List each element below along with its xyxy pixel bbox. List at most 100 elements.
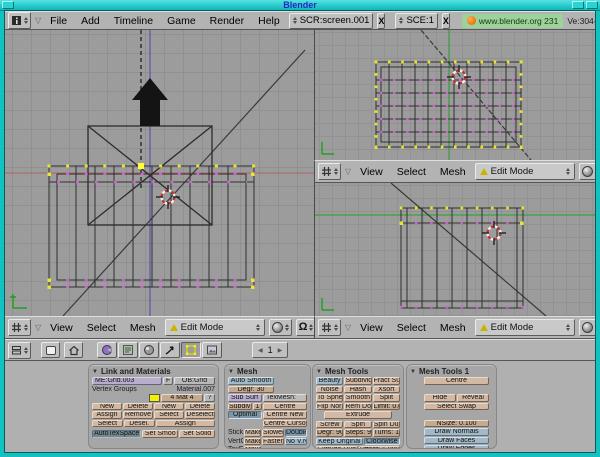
viewport-side[interactable] (314, 183, 595, 316)
menu-mesh[interactable]: Mesh (125, 322, 161, 334)
menu-timeline[interactable]: Timeline (109, 15, 158, 27)
cursor-3d[interactable] (482, 221, 506, 245)
stepper-icon[interactable] (24, 347, 28, 354)
draw-type-dropdown[interactable] (579, 163, 595, 180)
material-assign-button[interactable]: Assign (156, 420, 216, 428)
panel-collapse-icon[interactable]: ▼ (92, 369, 98, 375)
texface-make-button[interactable]: Make (244, 446, 261, 449)
set-smooth-button[interactable]: Set Smoo (142, 430, 178, 438)
menu-mesh[interactable]: Mesh (435, 166, 471, 178)
slower-draw-button[interactable]: SlowerDr (262, 429, 284, 437)
clockwise-toggle[interactable]: Clockwise (364, 438, 400, 446)
stepper-icon[interactable] (285, 324, 289, 331)
double-sided-toggle[interactable]: Double Sided (285, 429, 307, 437)
set-solid-button[interactable]: Set Solid (179, 430, 215, 438)
stepper-icon[interactable] (24, 324, 28, 331)
extrude-dup-button[interactable]: Extrude Dup (316, 446, 358, 449)
spin-dup-button[interactable]: Spin Dup (373, 421, 400, 429)
centre-button[interactable]: Centre (424, 377, 489, 385)
vgroup-delete-button[interactable]: Delete (123, 403, 153, 411)
menu-file[interactable]: File (45, 15, 72, 27)
subdivide-button[interactable]: Subdivide (344, 377, 371, 385)
to-sphere-button[interactable]: To Sphere (316, 394, 343, 402)
degr90-field[interactable]: Degr: 90 (316, 429, 343, 437)
menu-select[interactable]: Select (392, 322, 431, 334)
draw-type-dropdown[interactable] (579, 319, 595, 336)
vertcol-make-button[interactable]: Make (244, 438, 261, 446)
screen-delete-button[interactable]: X (377, 13, 385, 29)
stepper-icon[interactable] (566, 168, 570, 175)
menu-select[interactable]: Select (392, 166, 431, 178)
screen-selector[interactable]: SCR:screen.001 (289, 13, 374, 29)
scene-selector[interactable]: SCE:1 (395, 13, 437, 29)
vgroup-desel-button[interactable]: Desel. (124, 420, 155, 428)
viewport-top[interactable] (314, 30, 595, 160)
draw-normals-toggle[interactable]: Draw Normals (424, 428, 489, 436)
material-help-button[interactable]: ? (204, 394, 215, 402)
panel-mesh-tools[interactable]: ▼ Mesh Tools Beauty Subdivide Fract Sub … (312, 364, 404, 449)
menu-mesh[interactable]: Mesh (435, 322, 471, 334)
rem-doubles-button[interactable]: Rem Doubl (344, 403, 371, 411)
extrude-arrow-object[interactable] (132, 78, 168, 126)
offset-field[interactable]: Offset: 1.000 (359, 446, 401, 449)
frame-increment-icon[interactable]: ▶ (278, 347, 283, 354)
vgroup-remove-button[interactable]: Remove (123, 411, 153, 419)
cursor-3d[interactable] (156, 185, 180, 209)
material-select-button[interactable]: Select (154, 411, 184, 419)
hash-button[interactable]: Hash (344, 386, 371, 394)
home-view-button[interactable] (64, 342, 83, 358)
beauty-toggle[interactable]: Beauty (316, 377, 343, 385)
shading-context-button[interactable] (139, 342, 159, 358)
centre-cursor-button[interactable]: Centre Cursor (263, 420, 307, 428)
screw-button[interactable]: Screw (316, 421, 343, 429)
draw-edges-toggle[interactable]: Draw Edges (424, 445, 489, 449)
active-vertex[interactable] (138, 163, 144, 169)
mode-dropdown[interactable]: Edit Mode (475, 163, 575, 180)
collapse-menus-icon[interactable]: ▽ (345, 168, 351, 176)
reveal-button[interactable]: Reveal (457, 394, 489, 402)
noise-button[interactable]: Noise (316, 386, 343, 394)
centre-new-button[interactable]: Centre New (263, 411, 307, 419)
degr-field[interactable]: Degr: 30 (228, 386, 274, 394)
sticky-make-button[interactable]: Make (244, 429, 261, 437)
collapse-menus-icon[interactable]: ▽ (345, 324, 351, 332)
select-swap-button[interactable]: Select Swap (424, 403, 489, 411)
sub-surf-toggle[interactable]: Sub Surf (228, 394, 262, 402)
menu-render[interactable]: Render (205, 15, 249, 27)
mesh-wireframe[interactable] (49, 166, 254, 287)
viewport-front[interactable] (5, 30, 314, 316)
collapse-menus-icon[interactable]: ▽ (35, 17, 41, 25)
window-type-button[interactable] (8, 319, 31, 336)
limit-field[interactable]: Limit: 0.001 (373, 403, 400, 411)
nsize-field[interactable]: NSize: 0.100 (424, 420, 489, 428)
panel-mesh-tools-1[interactable]: ▼ Mesh Tools 1 Centre Hide Reveal Select… (406, 364, 497, 449)
mode-dropdown[interactable]: Edit Mode (475, 319, 575, 336)
frame-number-field[interactable]: ◀ 1 ▶ (252, 342, 288, 358)
menu-view[interactable]: View (355, 166, 388, 178)
mode-dropdown[interactable]: Edit Mode (165, 319, 265, 336)
no-vnormal-toggle[interactable]: No V.Normal Flip (285, 438, 307, 446)
stepper-icon[interactable] (334, 324, 338, 331)
smooth-button[interactable]: Smooth (344, 394, 371, 402)
panel-collapse-icon[interactable]: ▼ (228, 369, 234, 375)
turns-field[interactable]: Turns: 1 (373, 429, 400, 437)
window-maximize-button[interactable] (572, 1, 584, 9)
flip-normals-button[interactable]: Flip Norm (316, 403, 343, 411)
steps-field[interactable]: Steps: 9 (344, 429, 371, 437)
pivot-dropdown[interactable]: Ω (296, 319, 314, 336)
panel-align-button[interactable] (41, 342, 60, 358)
scene-delete-button[interactable]: X (442, 13, 450, 29)
editing-context-button[interactable] (181, 342, 201, 358)
keep-original-toggle[interactable]: Keep Original (316, 438, 363, 446)
auto-smooth-toggle[interactable]: Auto Smooth (228, 377, 274, 385)
window-close-button[interactable] (586, 1, 598, 9)
menu-help[interactable]: Help (253, 15, 285, 27)
stepper-icon[interactable] (566, 324, 570, 331)
stepper-icon[interactable] (256, 324, 260, 331)
material-deselect-button[interactable]: Deselect (185, 411, 215, 419)
menu-add[interactable]: Add (76, 15, 105, 27)
stepper-icon[interactable] (24, 17, 28, 24)
centre-button[interactable]: Centre (263, 403, 307, 411)
scene-context-button[interactable] (202, 342, 222, 358)
info-window-type-button[interactable] (8, 12, 31, 29)
